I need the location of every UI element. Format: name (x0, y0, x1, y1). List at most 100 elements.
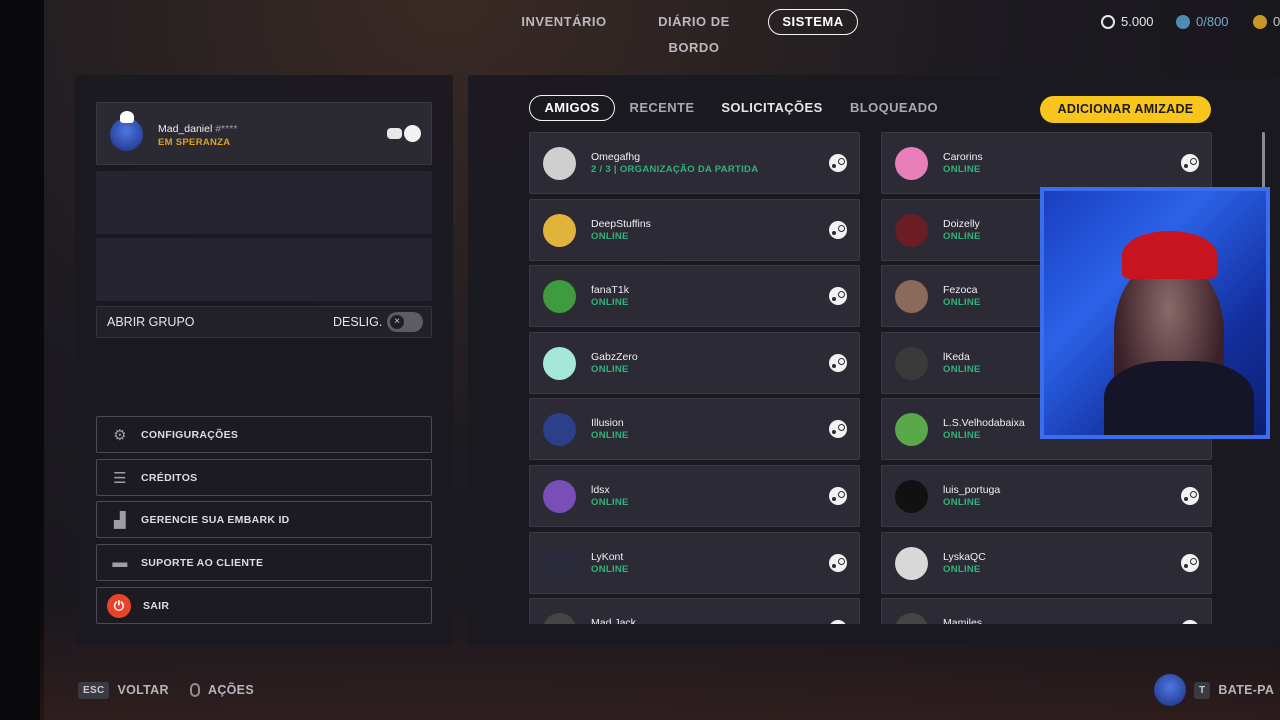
friend-name: ldsx (591, 484, 610, 496)
support-button[interactable]: ▬ SUPORTE AO CLIENTE (96, 544, 432, 581)
friend-avatar (543, 213, 576, 247)
tab-bloqueado[interactable]: BLOQUEADO (848, 95, 940, 121)
friend-name: fanaT1k (591, 284, 629, 297)
friend-name: Mamiles (943, 617, 983, 624)
back-label: VOLTAR (117, 683, 169, 697)
friend-name: LyskaQC (943, 550, 986, 563)
profile-tag: #**** (215, 123, 238, 135)
add-friend-button[interactable]: ADICIONAR AMIZADE (1040, 96, 1211, 123)
tab-solicitacoes[interactable]: SOLICITAÇÕES (719, 95, 825, 121)
friend-status: ONLINE (943, 363, 981, 375)
close-icon: × (390, 315, 404, 329)
friend-status: 2 / 3 | ORGANIZAÇÃO DA PARTIDA (591, 164, 759, 175)
friend-avatar (895, 546, 928, 580)
profile-name-row: Mad_daniel #**** (158, 123, 237, 135)
friend-status: ONLINE (591, 297, 629, 309)
open-group-label: ABRIR GRUPO (107, 315, 195, 329)
credits-label: CRÉDITOS (141, 471, 198, 484)
currency-coins: 5.000 (1101, 9, 1154, 35)
tab-sistema[interactable]: SISTEMA (768, 9, 858, 35)
friend-card[interactable]: Mad Jack (529, 598, 860, 624)
token-icon (1176, 15, 1190, 29)
open-group-row: ABRIR GRUPO DESLIG. × (96, 306, 432, 338)
steam-icon (829, 353, 847, 372)
chat-hint[interactable]: T BATE-PA (1154, 674, 1275, 706)
friend-name: luis_portuga (943, 484, 1001, 496)
profile-status: EM SPERANZA (158, 137, 231, 148)
currency-tokens: 0/800 (1176, 9, 1229, 35)
mouse-icon (190, 683, 200, 697)
steam-icon (1181, 553, 1199, 572)
steam-icon (829, 287, 847, 306)
friend-name: Doizelly (943, 217, 980, 230)
tab-amigos[interactable]: AMIGOS (529, 95, 615, 121)
coin-icon (1101, 15, 1115, 29)
support-label: SUPORTE AO CLIENTE (141, 556, 264, 569)
friend-avatar (895, 280, 928, 314)
steam-icon (829, 553, 847, 572)
profile-card[interactable]: Mad_daniel #**** EM SPERANZA (96, 102, 432, 165)
steam-icon (829, 154, 847, 172)
jacket (1104, 361, 1254, 435)
embark-id-button[interactable]: ▟ GERENCIE SUA EMBARK ID (96, 501, 432, 538)
webcam-overlay (1040, 187, 1270, 439)
list-icon: ☰ (113, 469, 127, 487)
friend-card[interactable]: GabzZero ONLINE (529, 331, 860, 394)
friend-card[interactable]: LyKont ONLINE (529, 531, 860, 594)
open-group-toggle[interactable]: × (387, 312, 423, 332)
friend-card[interactable]: Carorins ONLINE (881, 132, 1212, 194)
friend-name: L.S.Velhodabaixa (943, 417, 1025, 430)
steam-icon (829, 620, 847, 624)
currency-tokens-value: 0/800 (1196, 14, 1229, 29)
friend-status: ONLINE (591, 497, 629, 508)
friend-status: ONLINE (591, 363, 629, 375)
group-slot-empty[interactable] (96, 171, 432, 234)
friend-card[interactable]: Illusion ONLINE (529, 398, 860, 461)
friend-status: ONLINE (591, 230, 629, 242)
friend-avatar (543, 480, 576, 513)
tab-recente[interactable]: RECENTE (625, 95, 699, 121)
friend-status: ONLINE (943, 497, 981, 508)
friend-avatar (543, 546, 576, 580)
credits-button[interactable]: ☰ CRÉDITOS (96, 459, 432, 496)
medal-icon (1253, 15, 1267, 29)
toggle-state-label: DESLIG. (333, 315, 383, 329)
friend-card[interactable]: Mamiles (881, 598, 1212, 624)
friend-status: ONLINE (591, 430, 629, 442)
friend-card[interactable]: fanaT1k ONLINE (529, 265, 860, 328)
currency-third: 0 (1253, 9, 1280, 35)
top-navigation: INVENTÁRIO DIÁRIO DE BORDO SISTEMA 5.000… (0, 9, 1280, 55)
group-slot-empty[interactable] (96, 238, 432, 301)
friend-avatar (895, 480, 928, 513)
friend-card[interactable]: ldsx ONLINE (529, 465, 860, 527)
currency-coins-value: 5.000 (1121, 14, 1154, 29)
tab-inventario[interactable]: INVENTÁRIO (519, 9, 609, 35)
friend-status: ONLINE (943, 164, 981, 175)
friend-name: Illusion (591, 417, 624, 430)
friend-avatar (895, 613, 928, 624)
back-hint[interactable]: ESC VOLTAR (78, 680, 169, 700)
red-cap (1122, 231, 1217, 279)
steam-icon (829, 487, 847, 505)
friend-avatar (895, 213, 928, 247)
steam-icon (404, 125, 421, 142)
chat-label: BATE-PA (1218, 683, 1275, 697)
friend-card[interactable]: LyskaQC ONLINE (881, 531, 1212, 594)
friend-card[interactable]: luis_portuga ONLINE (881, 465, 1212, 527)
screen-edge (0, 0, 44, 720)
t-key: T (1194, 681, 1211, 699)
actions-hint[interactable]: AÇÕES (190, 680, 254, 700)
friend-status: ONLINE (591, 563, 629, 575)
settings-button[interactable]: ⚙ CONFIGURAÇÕES (96, 416, 432, 453)
tab-diario-de-bordo[interactable]: DIÁRIO DE BORDO (632, 9, 756, 55)
friend-avatar (895, 413, 928, 447)
steam-icon (1181, 487, 1199, 505)
friend-card[interactable]: DeepStuffins ONLINE (529, 198, 860, 261)
friend-avatar (543, 280, 576, 314)
friend-avatar (543, 413, 576, 447)
quit-button[interactable]: ⏻ SAIR (96, 587, 432, 624)
friend-card[interactable]: Omegafhg 2 / 3 | ORGANIZAÇÃO DA PARTIDA (529, 132, 860, 194)
friend-status: ONLINE (943, 297, 981, 309)
friend-name: LyKont (591, 550, 624, 563)
actions-label: AÇÕES (208, 683, 254, 697)
